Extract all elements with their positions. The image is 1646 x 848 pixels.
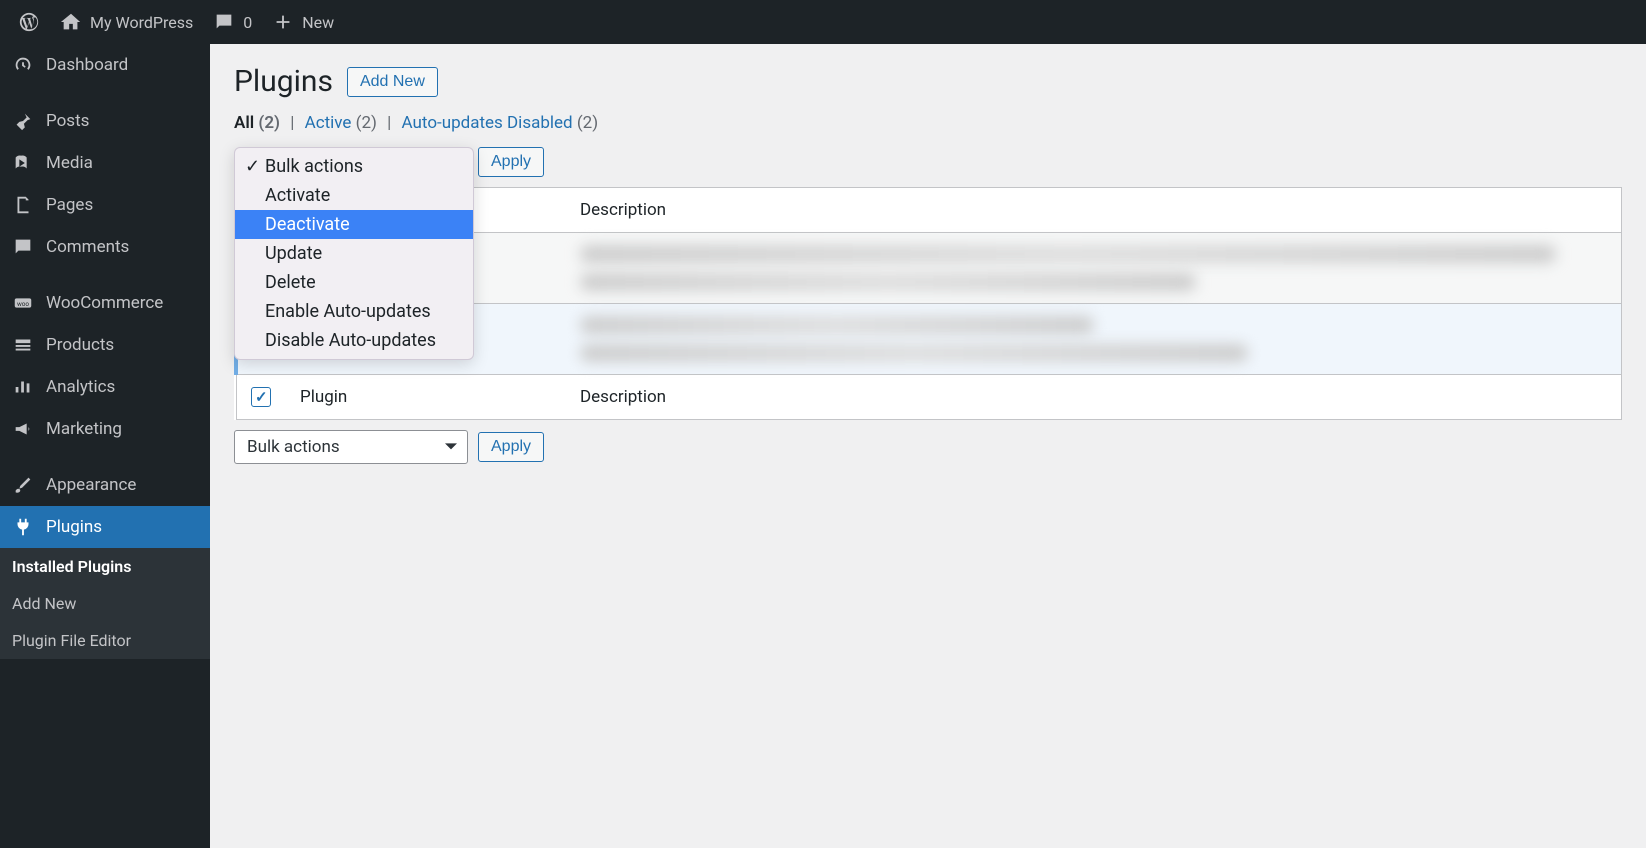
plus-icon xyxy=(272,11,294,33)
sidebar-item-marketing[interactable]: Marketing xyxy=(0,408,210,450)
bulk-option-deactivate[interactable]: Deactivate xyxy=(235,210,473,239)
blurred-text xyxy=(580,316,1094,334)
sidebar-item-media[interactable]: Media xyxy=(0,142,210,184)
dashboard-icon xyxy=(12,54,34,76)
svg-text:woo: woo xyxy=(17,300,29,308)
sidebar-item-label: Pages xyxy=(46,195,93,215)
col-description-foot: Description xyxy=(566,375,1622,420)
comments-link[interactable]: 0 xyxy=(203,0,262,44)
tablenav-top: Bulk actions Activate Deactivate Update … xyxy=(234,147,1622,177)
sidebar-item-label: Appearance xyxy=(46,475,136,495)
sidebar-item-dashboard[interactable]: Dashboard xyxy=(0,44,210,86)
sidebar-item-label: Comments xyxy=(46,237,129,257)
bulk-actions-select-bottom[interactable]: Bulk actions xyxy=(234,430,468,464)
sidebar-item-appearance[interactable]: Appearance xyxy=(0,464,210,506)
new-link[interactable]: New xyxy=(262,0,344,44)
filter-auto-updates-disabled[interactable]: Auto-updates Disabled xyxy=(402,113,573,133)
apply-button-top[interactable]: Apply xyxy=(478,147,544,177)
submenu-plugin-file-editor[interactable]: Plugin File Editor xyxy=(0,622,210,659)
page-header: Plugins Add New xyxy=(234,64,1622,99)
admin-bar: My WordPress 0 New xyxy=(0,0,1646,44)
col-plugin-foot: Plugin xyxy=(286,375,566,420)
bulk-option-enable-auto[interactable]: Enable Auto-updates xyxy=(235,297,473,326)
wordpress-icon xyxy=(18,11,40,33)
main-content: Plugins Add New All (2) | Active (2) | A… xyxy=(210,44,1646,494)
megaphone-icon xyxy=(12,418,34,440)
wp-logo[interactable] xyxy=(8,0,50,44)
filter-active[interactable]: Active xyxy=(305,113,352,133)
page-title: Plugins xyxy=(234,64,333,99)
blurred-text xyxy=(580,273,1196,291)
home-icon xyxy=(60,11,82,33)
bulk-option-update[interactable]: Update xyxy=(235,239,473,268)
pin-icon xyxy=(12,110,34,132)
sidebar-item-comments[interactable]: Comments xyxy=(0,226,210,268)
blurred-text xyxy=(580,344,1248,362)
bulk-actions-dropdown[interactable]: Bulk actions Activate Deactivate Update … xyxy=(234,147,474,360)
sidebar-item-label: Posts xyxy=(46,111,89,131)
add-new-button[interactable]: Add New xyxy=(347,67,438,97)
select-all-bottom[interactable] xyxy=(251,387,271,407)
blurred-text xyxy=(580,245,1556,263)
products-icon xyxy=(12,334,34,356)
sidebar-item-label: Marketing xyxy=(46,419,122,439)
comment-icon xyxy=(213,11,235,33)
filter-links: All (2) | Active (2) | Auto-updates Disa… xyxy=(234,113,1622,133)
sidebar-item-label: Analytics xyxy=(46,377,115,397)
filter-all[interactable]: All (2) xyxy=(234,113,280,133)
sidebar-item-woocommerce[interactable]: woo WooCommerce xyxy=(0,282,210,324)
bulk-option-disable-auto[interactable]: Disable Auto-updates xyxy=(235,326,473,355)
sidebar-item-label: Media xyxy=(46,153,93,173)
brush-icon xyxy=(12,474,34,496)
sidebar-item-analytics[interactable]: Analytics xyxy=(0,366,210,408)
plugins-submenu: Installed Plugins Add New Plugin File Ed… xyxy=(0,548,210,659)
admin-sidebar: Dashboard Posts Media Pages Comments woo… xyxy=(0,44,210,848)
plug-icon xyxy=(12,516,34,538)
site-link[interactable]: My WordPress xyxy=(50,0,203,44)
submenu-installed-plugins[interactable]: Installed Plugins xyxy=(0,548,210,585)
apply-button-bottom[interactable]: Apply xyxy=(478,432,544,462)
bulk-option-activate[interactable]: Activate xyxy=(235,181,473,210)
submenu-add-new[interactable]: Add New xyxy=(0,585,210,622)
sidebar-item-label: Dashboard xyxy=(46,55,128,75)
new-label: New xyxy=(302,13,334,32)
site-name: My WordPress xyxy=(90,13,193,32)
sidebar-item-posts[interactable]: Posts xyxy=(0,100,210,142)
sidebar-item-label: WooCommerce xyxy=(46,293,163,313)
page-icon xyxy=(12,194,34,216)
comments-count: 0 xyxy=(243,13,252,32)
tablenav-bottom: Bulk actions Apply xyxy=(234,430,1622,464)
col-description: Description xyxy=(566,188,1622,233)
sidebar-item-plugins[interactable]: Plugins xyxy=(0,506,210,548)
sidebar-item-label: Products xyxy=(46,335,114,355)
sidebar-item-products[interactable]: Products xyxy=(0,324,210,366)
comment-icon xyxy=(12,236,34,258)
bulk-option-bulk-actions[interactable]: Bulk actions xyxy=(235,152,473,181)
analytics-icon xyxy=(12,376,34,398)
bulk-option-delete[interactable]: Delete xyxy=(235,268,473,297)
sidebar-item-label: Plugins xyxy=(46,517,102,537)
media-icon xyxy=(12,152,34,174)
sidebar-item-pages[interactable]: Pages xyxy=(0,184,210,226)
woo-icon: woo xyxy=(12,292,34,314)
